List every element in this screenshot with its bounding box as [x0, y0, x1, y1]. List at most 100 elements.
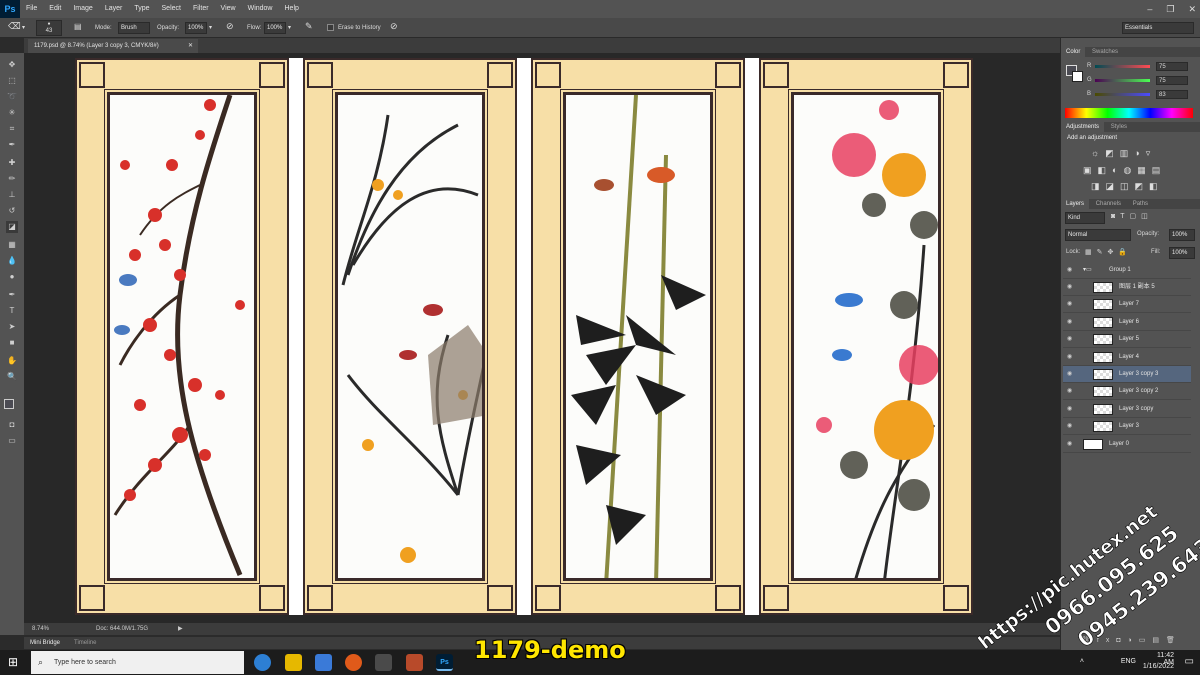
eye-icon[interactable]: ◉ [1067, 436, 1072, 453]
calculator-icon[interactable] [375, 654, 392, 671]
menu-layer[interactable]: Layer [99, 0, 129, 18]
menu-filter[interactable]: Filter [187, 0, 215, 18]
document-tab[interactable]: 1179.psd @ 8.74% (Layer 3 copy 3, CMYK/8… [28, 39, 198, 53]
path-select-icon[interactable]: ➤ [6, 321, 18, 333]
tab-channels[interactable]: Channels [1091, 199, 1126, 209]
workspace-select[interactable]: Essentials [1122, 22, 1194, 34]
close-button[interactable]: ✕ [1188, 0, 1196, 18]
blue-slider[interactable] [1095, 93, 1150, 96]
layer-row[interactable]: ◉ Layer 3 copy 3 [1063, 366, 1191, 383]
tab-color[interactable]: Color [1061, 47, 1086, 57]
eye-icon[interactable]: ◉ [1067, 349, 1072, 366]
chevron-down-icon[interactable]: ▾ [209, 23, 212, 33]
eraser-tool-icon[interactable]: ◪ [6, 221, 18, 233]
artwork-canvas[interactable] [75, 58, 973, 615]
erase-history-checkbox[interactable] [327, 24, 334, 31]
blur-tool-icon[interactable]: 💧 [6, 255, 18, 267]
tray-arrow-icon[interactable]: ˄ [1080, 658, 1084, 665]
layer-row[interactable]: ◉ Layer 5 [1063, 331, 1191, 349]
eye-icon[interactable]: ◉ [1067, 418, 1072, 435]
eye-icon[interactable]: ◉ [1067, 262, 1072, 279]
status-menu-icon[interactable]: ▶ [178, 623, 183, 635]
clone-stamp-icon[interactable]: ⊥ [6, 189, 18, 201]
menu-file[interactable]: File [20, 0, 43, 18]
tab-mini-bridge[interactable]: Mini Bridge [30, 637, 60, 649]
crop-tool-icon[interactable]: ⌗ [6, 123, 18, 135]
layer-opacity-field[interactable]: 100% [1169, 229, 1195, 241]
menu-type[interactable]: Type [128, 0, 155, 18]
doc-size[interactable]: Doc: 644.0M/1.75G [96, 623, 148, 635]
quick-select-icon[interactable]: ✳ [6, 107, 18, 119]
language-indicator[interactable]: ENG [1121, 658, 1136, 665]
restore-button[interactable]: ❐ [1166, 0, 1174, 18]
adjustment-icons-row-1[interactable]: ☼◩▥◑▿ [1091, 148, 1156, 159]
brush-preset-picker[interactable]: ● 43 [36, 20, 62, 36]
layer-row[interactable]: ◉ Layer 3 [1063, 418, 1191, 436]
flow-field[interactable]: 100% [264, 22, 286, 34]
layer-row[interactable]: ◉ Layer 0 [1063, 436, 1191, 453]
layer-group-row[interactable]: ◉ ▾▭ Group 1 [1063, 262, 1191, 279]
layer-row[interactable]: ◉ Layer 4 [1063, 349, 1191, 366]
eye-icon[interactable]: ◉ [1067, 314, 1072, 331]
layer-row[interactable]: ◉ Layer 6 [1063, 314, 1191, 331]
color-spectrum-bar[interactable] [1065, 108, 1193, 118]
chevron-down-icon[interactable]: ▾ [22, 23, 25, 33]
eye-icon[interactable]: ◉ [1067, 279, 1072, 296]
tab-swatches[interactable]: Swatches [1087, 47, 1123, 57]
layer-filter-kind[interactable]: Kind [1065, 212, 1105, 224]
eyedropper-icon[interactable]: ✒ [6, 139, 18, 151]
tab-paths[interactable]: Paths [1128, 199, 1153, 209]
quick-mask-icon[interactable]: ◘ [6, 419, 18, 431]
mode-select[interactable]: Brush [118, 22, 150, 34]
layer-row[interactable]: ◉ Layer 3 copy [1063, 401, 1191, 418]
bg-color-chip[interactable] [1072, 71, 1083, 82]
lock-icons[interactable]: ▦✎✥🔒 [1085, 248, 1132, 256]
green-slider[interactable] [1095, 79, 1150, 82]
eye-icon[interactable]: ◉ [1067, 366, 1072, 383]
close-tab-icon[interactable]: ✕ [188, 39, 193, 53]
airbrush-icon[interactable]: ✎ [305, 21, 313, 31]
eraser-icon[interactable]: ⌫ [8, 21, 21, 31]
brush-panel-icon[interactable]: ▤ [74, 22, 82, 32]
menu-edit[interactable]: Edit [43, 0, 67, 18]
tab-styles[interactable]: Styles [1106, 122, 1132, 132]
layer-footer-icons[interactable]: ⛓fx◘◑▭▤🗑 [1081, 636, 1182, 644]
clock-date[interactable]: 1/16/2022 [1143, 663, 1174, 670]
minimize-button[interactable]: – [1147, 0, 1152, 18]
marquee-tool-icon[interactable]: ⬚ [6, 75, 18, 87]
layer-row[interactable]: ◉ Layer 3 copy 2 [1063, 383, 1191, 401]
app-icon[interactable] [406, 654, 423, 671]
layer-fill-field[interactable]: 100% [1169, 247, 1195, 259]
menu-window[interactable]: Window [242, 0, 279, 18]
lasso-tool-icon[interactable]: ➰ [6, 91, 18, 103]
menu-help[interactable]: Help [279, 0, 305, 18]
chevron-down-icon[interactable]: ▾ [288, 23, 291, 33]
menu-image[interactable]: Image [67, 0, 98, 18]
zoom-level[interactable]: 8.74% [32, 623, 49, 635]
healing-brush-icon[interactable]: ✚ [6, 157, 18, 169]
photoshop-taskbar-icon[interactable]: Ps [436, 654, 453, 671]
dodge-tool-icon[interactable]: ● [6, 271, 18, 283]
type-tool-icon[interactable]: T [6, 305, 18, 317]
eye-icon[interactable]: ◉ [1067, 296, 1072, 313]
tab-layers[interactable]: Layers [1061, 199, 1090, 209]
green-value[interactable]: 75 [1156, 76, 1188, 85]
adjustment-icons-row-2[interactable]: ▣◧◐◍▦▤ [1083, 165, 1166, 176]
red-slider[interactable] [1095, 65, 1150, 68]
foreground-color-swatch[interactable] [4, 399, 14, 409]
history-brush-icon[interactable]: ↺ [6, 205, 18, 217]
filter-icons[interactable]: ◙T▢◫ [1111, 212, 1153, 220]
gradient-tool-icon[interactable]: ▦ [6, 239, 18, 251]
adjustment-icons-row-3[interactable]: ◨◪◫◩◧ [1091, 181, 1164, 192]
taskbar-search[interactable]: ⌕ Type here to search [31, 651, 244, 674]
canvas-area[interactable] [24, 53, 1060, 623]
firefox-icon[interactable] [345, 654, 362, 671]
pen-tool-icon[interactable]: ✒ [6, 289, 18, 301]
windows-start-icon[interactable]: ⊞ [8, 655, 18, 669]
blue-value[interactable]: 83 [1156, 90, 1188, 99]
file-explorer-icon[interactable] [285, 654, 302, 671]
screen-mode-icon[interactable]: ▭ [6, 435, 18, 447]
pressure-opacity-icon[interactable]: ⊘ [226, 21, 234, 31]
store-icon[interactable] [315, 654, 332, 671]
red-value[interactable]: 75 [1156, 62, 1188, 71]
